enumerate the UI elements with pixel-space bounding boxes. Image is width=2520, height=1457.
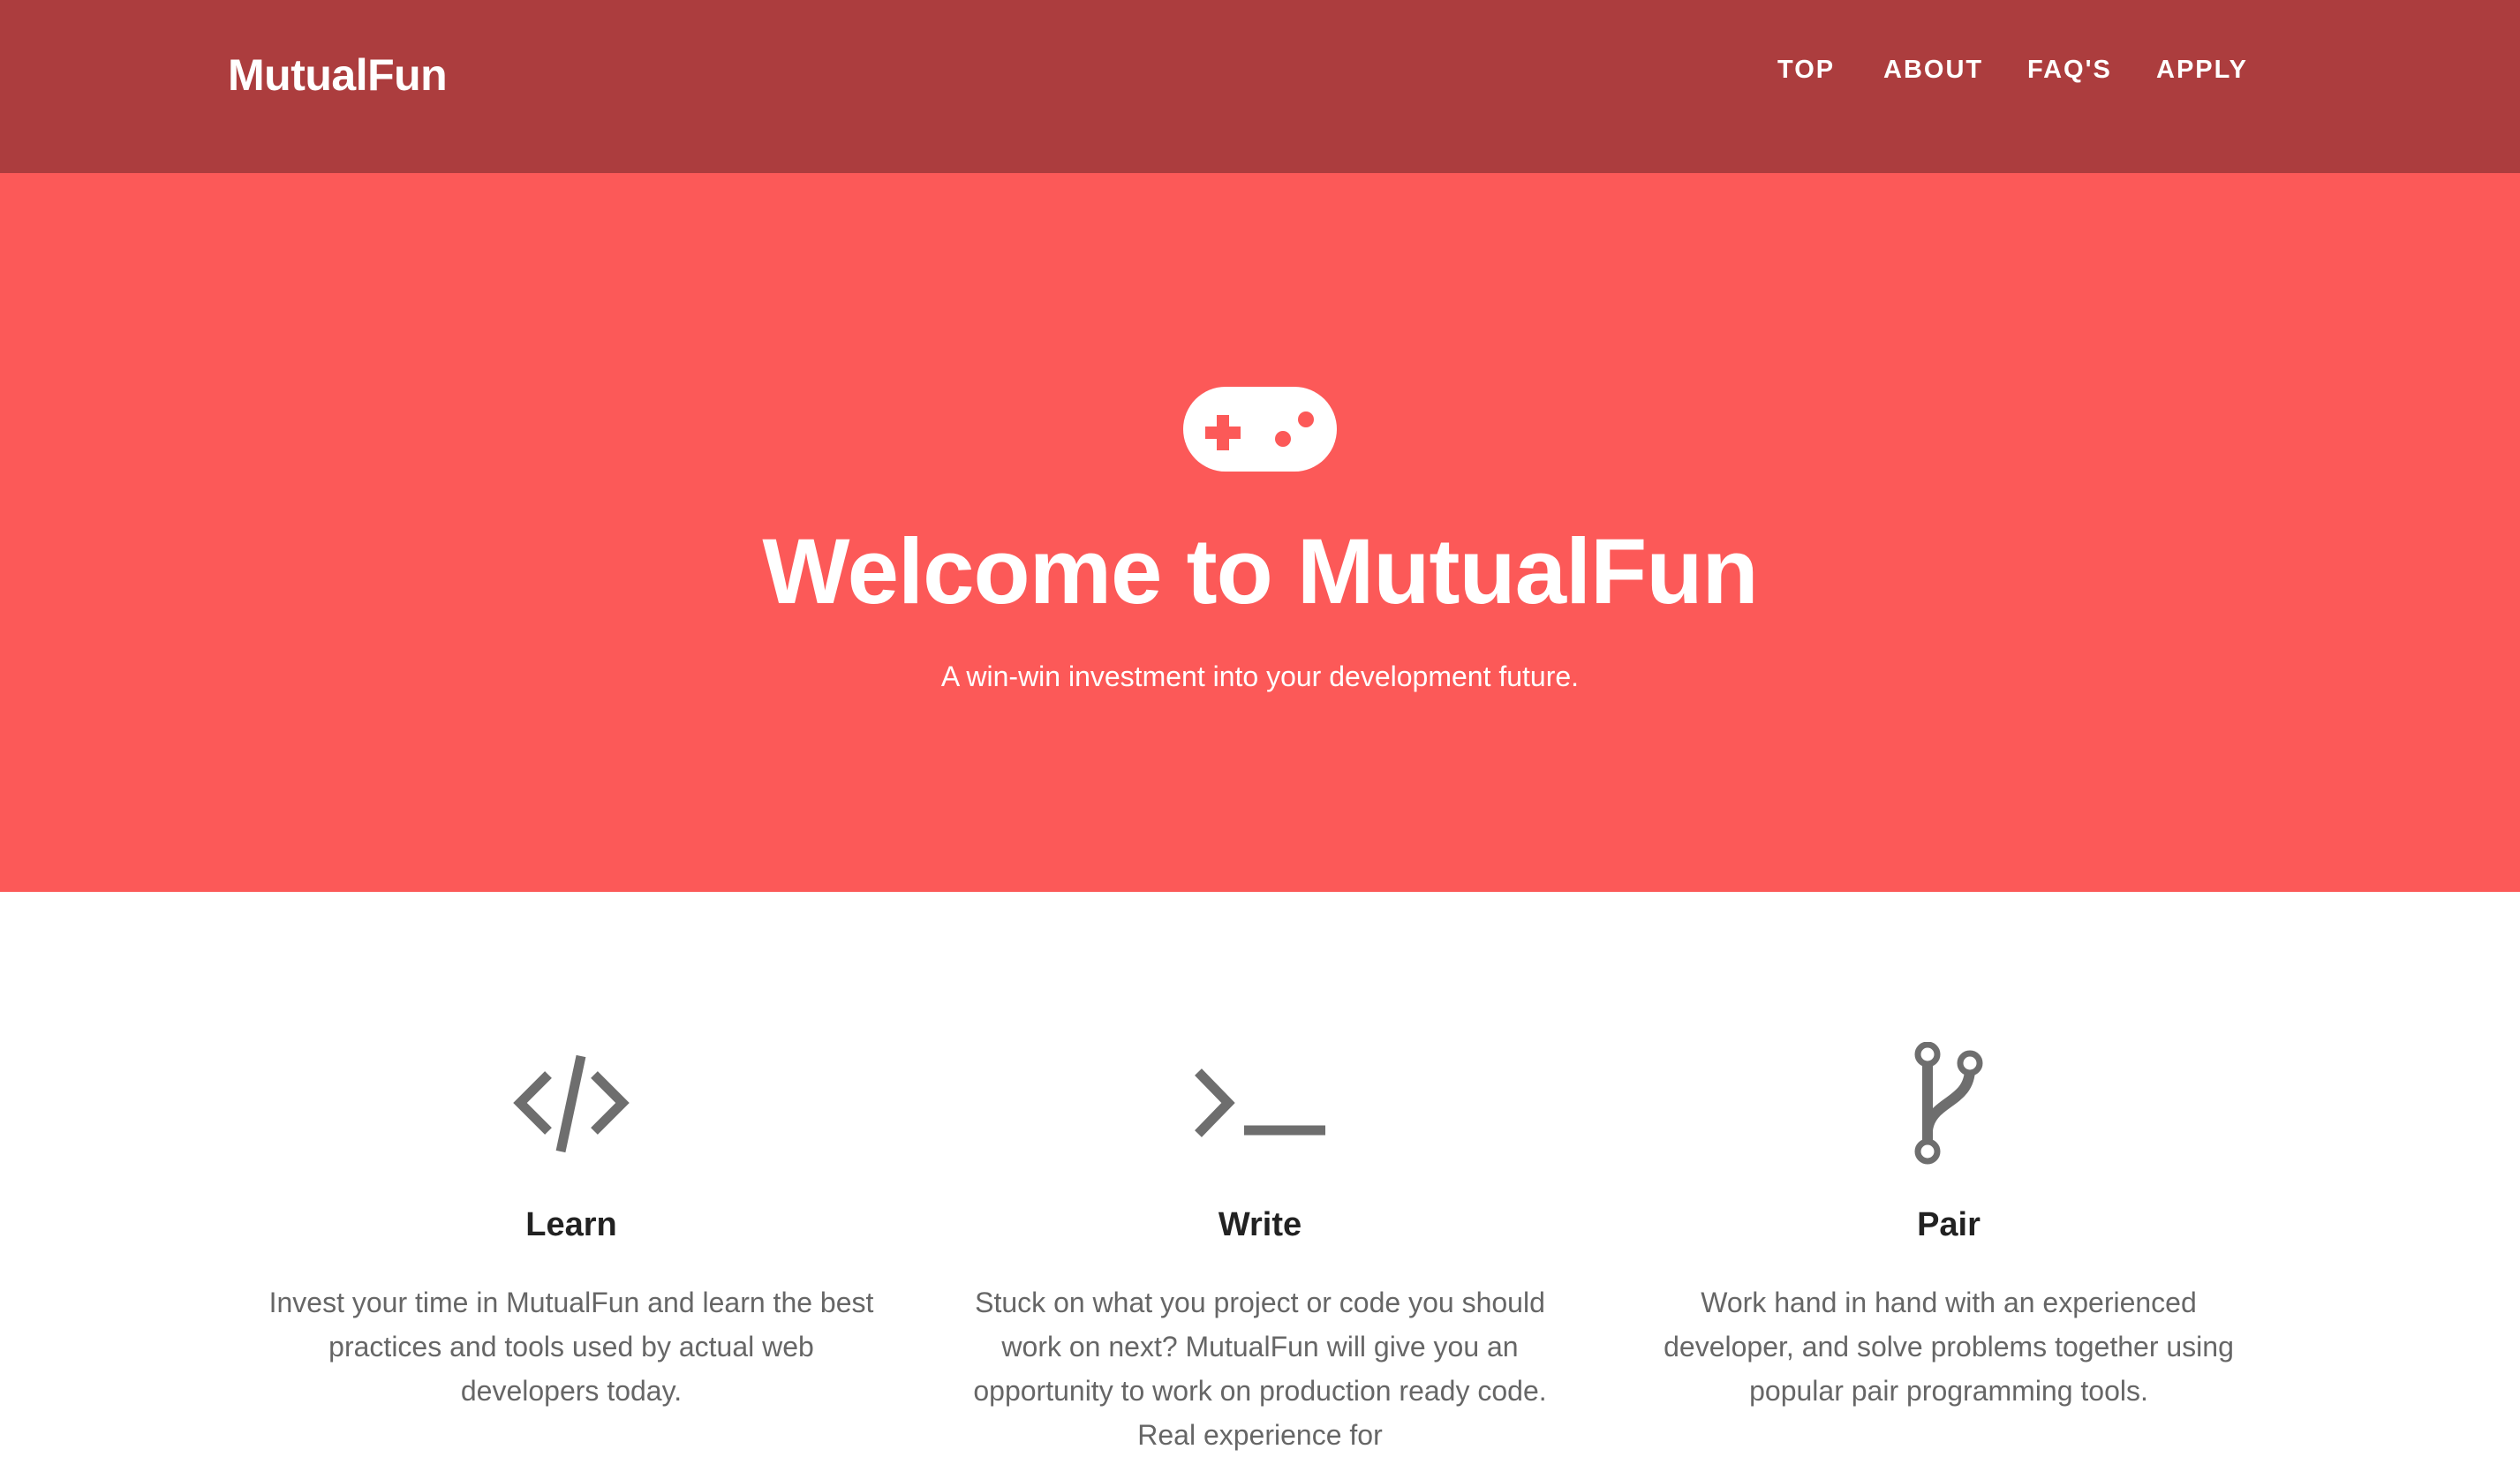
code-icon <box>513 1054 630 1153</box>
nav-link-top[interactable]: TOP <box>1777 51 1835 88</box>
feature-description: Stuck on what you project or code you sh… <box>973 1287 1547 1451</box>
feature-title: Learn <box>525 1206 617 1243</box>
terminal-icon <box>1195 1068 1325 1137</box>
nav-link-about[interactable]: ABOUT <box>1883 51 1983 88</box>
features-section: Learn Invest your time in MutualFun and … <box>0 892 2520 1451</box>
nav-link-apply[interactable]: APPLY <box>2156 51 2248 88</box>
feature-write: Write Stuck on what you project or code … <box>942 892 1578 1451</box>
hero-section: Welcome to MutualFun A win-win investmen… <box>0 173 2520 892</box>
feature-title: Write <box>1218 1206 1302 1243</box>
feature-description: Invest your time in MutualFun and learn … <box>268 1287 874 1407</box>
feature-pair: Pair Work hand in hand with an experienc… <box>1631 892 2267 1416</box>
nav-link-faqs[interactable]: FAQ'S <box>2027 51 2112 88</box>
feature-learn: Learn Invest your time in MutualFun and … <box>253 892 889 1416</box>
navbar: MutualFun TOP ABOUT FAQ'S APPLY <box>0 0 2520 173</box>
hero-title: Welcome to MutualFun <box>762 520 1758 623</box>
gamepad-icon <box>1183 387 1337 472</box>
git-branch-icon <box>1914 1042 1983 1165</box>
brand-logo-link[interactable]: MutualFun <box>228 46 448 104</box>
feature-description: Work hand in hand with an experienced de… <box>1664 1287 2234 1407</box>
hero-subtitle: A win-win investment into your developme… <box>940 661 1580 692</box>
feature-title: Pair <box>1917 1206 1981 1243</box>
